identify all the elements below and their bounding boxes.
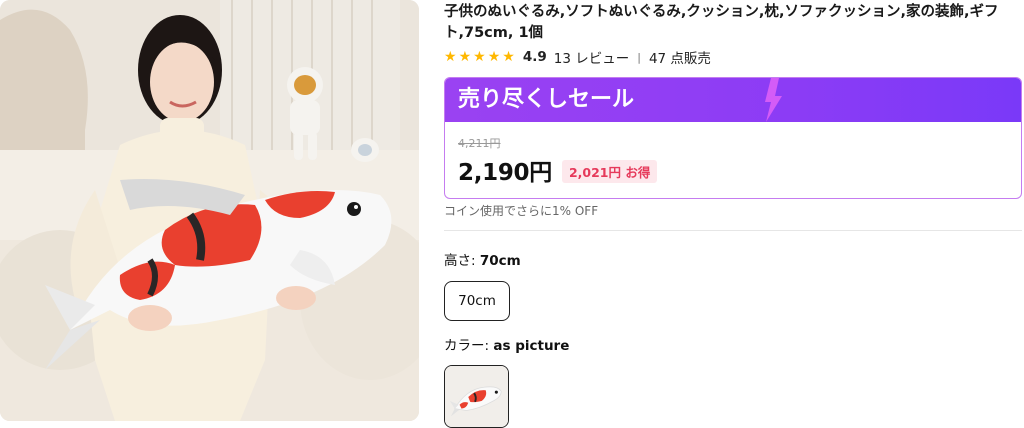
height-option-label: 高さ: 70cm [444, 249, 521, 269]
height-option-70cm[interactable]: 70cm [444, 281, 510, 321]
koi-plush-thumbnail [445, 366, 508, 427]
sale-price: 2,190円 [458, 160, 552, 186]
reviews-link[interactable]: 13 レビュー [554, 47, 629, 67]
star-icon: ★ [458, 49, 472, 65]
product-title: 子供のぬいぐるみ,ソフトぬいぐるみ,クッション,枕,ソファクッション,家の装飾,… [444, 4, 999, 41]
color-label: カラー: [444, 338, 490, 354]
star-rating: ★ ★ ★ ★ ★ [444, 50, 515, 64]
star-icon: ★ [444, 49, 457, 65]
color-selected-value: as picture [493, 338, 570, 354]
sold-count: 47 点販売 [648, 51, 711, 67]
rating-row: ★ ★ ★ ★ ★ 4.9 13 レビュー | 47 点販売 [444, 47, 711, 67]
star-icon: ★ [487, 49, 501, 65]
color-swatch-as-picture[interactable] [444, 365, 509, 428]
coin-discount-note: コイン使用でさらに1% OFF [444, 204, 599, 218]
height-label: 高さ: [444, 253, 476, 269]
product-main-image[interactable] [0, 0, 419, 421]
rating-value: 4.9 [522, 49, 547, 65]
divider [444, 230, 1022, 231]
sale-price-box: 売り尽くしセール 4,211円 2,190円 2,021円 お得 [444, 77, 1022, 199]
star-icon: ★ [473, 49, 486, 65]
original-price: 4,211円 [458, 137, 501, 150]
sale-banner: 売り尽くしセール [445, 78, 1021, 122]
product-photo-illustration [0, 0, 419, 421]
height-selected-value: 70cm [479, 253, 521, 269]
lightning-bolt-icon [765, 78, 782, 122]
price-row: 2,190円 2,021円 お得 [458, 153, 1021, 187]
separator: | [637, 50, 641, 64]
price-section: 4,211円 2,190円 2,021円 お得 [445, 122, 1021, 187]
color-option-label: カラー: as picture [444, 334, 569, 354]
sale-banner-label: 売り尽くしセール [458, 87, 635, 112]
saving-badge: 2,021円 お得 [561, 160, 658, 183]
star-icon: ★ [502, 49, 515, 65]
